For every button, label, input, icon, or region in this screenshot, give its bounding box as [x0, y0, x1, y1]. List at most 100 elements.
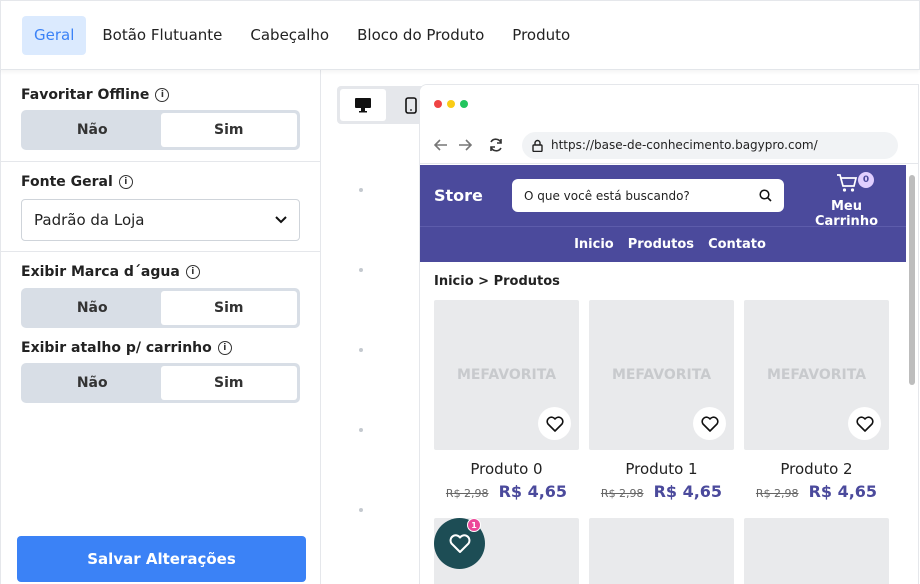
product-prices: R$ 2,98 R$ 4,65 — [589, 482, 734, 501]
product-card[interactable] — [744, 518, 889, 584]
store-menu: Inicio Produtos Contato — [420, 226, 906, 262]
mobile-icon — [405, 96, 417, 114]
tab-geral[interactable]: Geral — [22, 15, 87, 55]
scrollbar[interactable] — [909, 175, 915, 385]
breadcrumb: Inicio > Produtos — [434, 274, 560, 289]
forward-arrow-icon[interactable] — [458, 139, 472, 151]
product-card[interactable]: MEFAVORITA Produto 0 R$ 2,98 R$ 4,65 — [434, 300, 579, 501]
product-image: MEFAVORITA — [744, 300, 889, 450]
info-icon[interactable]: i — [118, 175, 133, 189]
exibir-marca-label: Exibir Marca d´agua i — [21, 264, 300, 280]
decorative-dot — [359, 428, 363, 432]
lock-icon — [532, 139, 543, 152]
product-name: Produto 0 — [470, 460, 543, 478]
cart-label: Meu Carrinho — [814, 199, 879, 229]
watermark: MEFAVORITA — [611, 367, 712, 383]
exibir-atalho-toggle: Não Sim — [21, 363, 300, 403]
product-card[interactable]: MEFAVORITA Produto 2 R$ 2,98 R$ 4,65 — [744, 300, 889, 501]
divider — [1, 251, 321, 252]
old-price: R$ 2,98 — [600, 487, 644, 500]
reload-icon[interactable] — [488, 138, 504, 152]
product-card[interactable] — [589, 518, 734, 584]
product-name: Produto 2 — [780, 460, 853, 478]
info-icon[interactable]: i — [217, 341, 232, 355]
tab-bloco-do-produto[interactable]: Bloco do Produto — [345, 16, 496, 55]
heart-icon — [545, 415, 564, 432]
exibir-marca-toggle: Não Sim — [21, 288, 300, 328]
close-dot — [434, 100, 442, 108]
product-card[interactable]: MEFAVORITA Produto 1 R$ 2,98 R$ 4,65 — [589, 300, 734, 501]
search-icon[interactable] — [759, 189, 772, 202]
info-icon[interactable]: i — [185, 265, 200, 279]
old-price: R$ 2,98 — [445, 487, 489, 500]
product-image: MEFAVORITA — [434, 300, 579, 450]
tab-cabecalho[interactable]: Cabeçalho — [238, 16, 341, 55]
product-name: Produto 1 — [625, 460, 698, 478]
price: R$ 4,65 — [498, 482, 568, 501]
product-image — [744, 518, 889, 584]
favoritar-offline-toggle: Não Sim — [21, 110, 300, 150]
window-controls — [434, 100, 468, 108]
minimize-dot — [447, 100, 455, 108]
chevron-down-icon — [275, 216, 287, 224]
favoritar-offline-label: Favoritar Offline i — [21, 87, 300, 103]
settings-panel: Favoritar Offline i Não Sim Fonte Geral … — [0, 70, 321, 584]
product-grid: MEFAVORITA Produto 0 R$ 2,98 R$ 4,65 MEF… — [434, 300, 889, 501]
info-icon[interactable]: i — [155, 88, 170, 102]
menu-item-contato[interactable]: Contato — [708, 237, 766, 252]
fonte-geral-section: Fonte Geral i Padrão da Loja — [1, 174, 320, 241]
option-sim[interactable]: Sim — [160, 366, 297, 400]
exibir-marca-section: Exibir Marca d´agua i Não Sim — [1, 264, 320, 328]
save-button[interactable]: Salvar Alterações — [17, 536, 306, 582]
favoritar-offline-section: Favoritar Offline i Não Sim — [1, 87, 320, 150]
favorite-button[interactable] — [848, 407, 881, 440]
option-nao[interactable]: Não — [24, 291, 161, 325]
floating-badge: 1 — [467, 518, 481, 532]
url-text: https://base-de-conhecimento.bagypro.com… — [551, 138, 818, 152]
menu-item-inicio[interactable]: Inicio — [574, 237, 614, 252]
fonte-geral-label: Fonte Geral i — [21, 174, 300, 190]
decorative-dot — [359, 508, 363, 512]
exibir-atalho-label: Exibir atalho p/ carrinho i — [21, 340, 300, 356]
product-image — [589, 518, 734, 584]
favorite-button[interactable] — [693, 407, 726, 440]
desktop-view-button[interactable] — [340, 89, 386, 121]
cart-count-badge: 0 — [858, 172, 874, 188]
cart-button[interactable]: 0 Meu Carrinho — [799, 172, 894, 229]
fonte-geral-select[interactable]: Padrão da Loja — [21, 199, 300, 241]
option-sim[interactable]: Sim — [160, 113, 297, 147]
option-nao[interactable]: Não — [24, 113, 161, 147]
watermark: MEFAVORITA — [766, 367, 867, 383]
settings-tabs: Geral Botão Flutuante Cabeçalho Bloco do… — [0, 0, 920, 70]
decorative-dot — [359, 348, 363, 352]
menu-item-produtos[interactable]: Produtos — [628, 237, 694, 252]
decorative-dot — [359, 188, 363, 192]
heart-icon — [855, 415, 874, 432]
browser-toolbar: https://base-de-conhecimento.bagypro.com… — [420, 127, 918, 164]
option-nao[interactable]: Não — [24, 366, 161, 400]
product-prices: R$ 2,98 R$ 4,65 — [744, 482, 889, 501]
option-sim[interactable]: Sim — [160, 291, 297, 325]
fonte-geral-value: Padrão da Loja — [34, 211, 145, 229]
product-image: MEFAVORITA — [589, 300, 734, 450]
browser-titlebar — [420, 85, 918, 127]
decorative-dot — [359, 268, 363, 272]
tab-botao-flutuante[interactable]: Botão Flutuante — [90, 16, 234, 55]
heart-icon — [700, 415, 719, 432]
product-grid-row-2 — [434, 518, 889, 584]
cart-icon — [836, 174, 857, 192]
maximize-dot — [460, 100, 468, 108]
back-arrow-icon[interactable] — [434, 139, 448, 151]
store-header: Store O que você está buscando? 0 Meu Ca… — [420, 165, 906, 229]
preview-area: https://base-de-conhecimento.bagypro.com… — [321, 70, 920, 584]
old-price: R$ 2,98 — [755, 487, 799, 500]
address-bar[interactable]: https://base-de-conhecimento.bagypro.com… — [522, 131, 898, 159]
browser-mockup: https://base-de-conhecimento.bagypro.com… — [419, 84, 919, 584]
favorite-button[interactable] — [538, 407, 571, 440]
tab-produto[interactable]: Produto — [500, 16, 582, 55]
store-logo[interactable]: Store — [434, 186, 512, 205]
exibir-atalho-section: Exibir atalho p/ carrinho i Não Sim — [1, 340, 320, 403]
price: R$ 4,65 — [653, 482, 723, 501]
price: R$ 4,65 — [808, 482, 878, 501]
search-input[interactable]: O que você está buscando? — [512, 179, 784, 212]
